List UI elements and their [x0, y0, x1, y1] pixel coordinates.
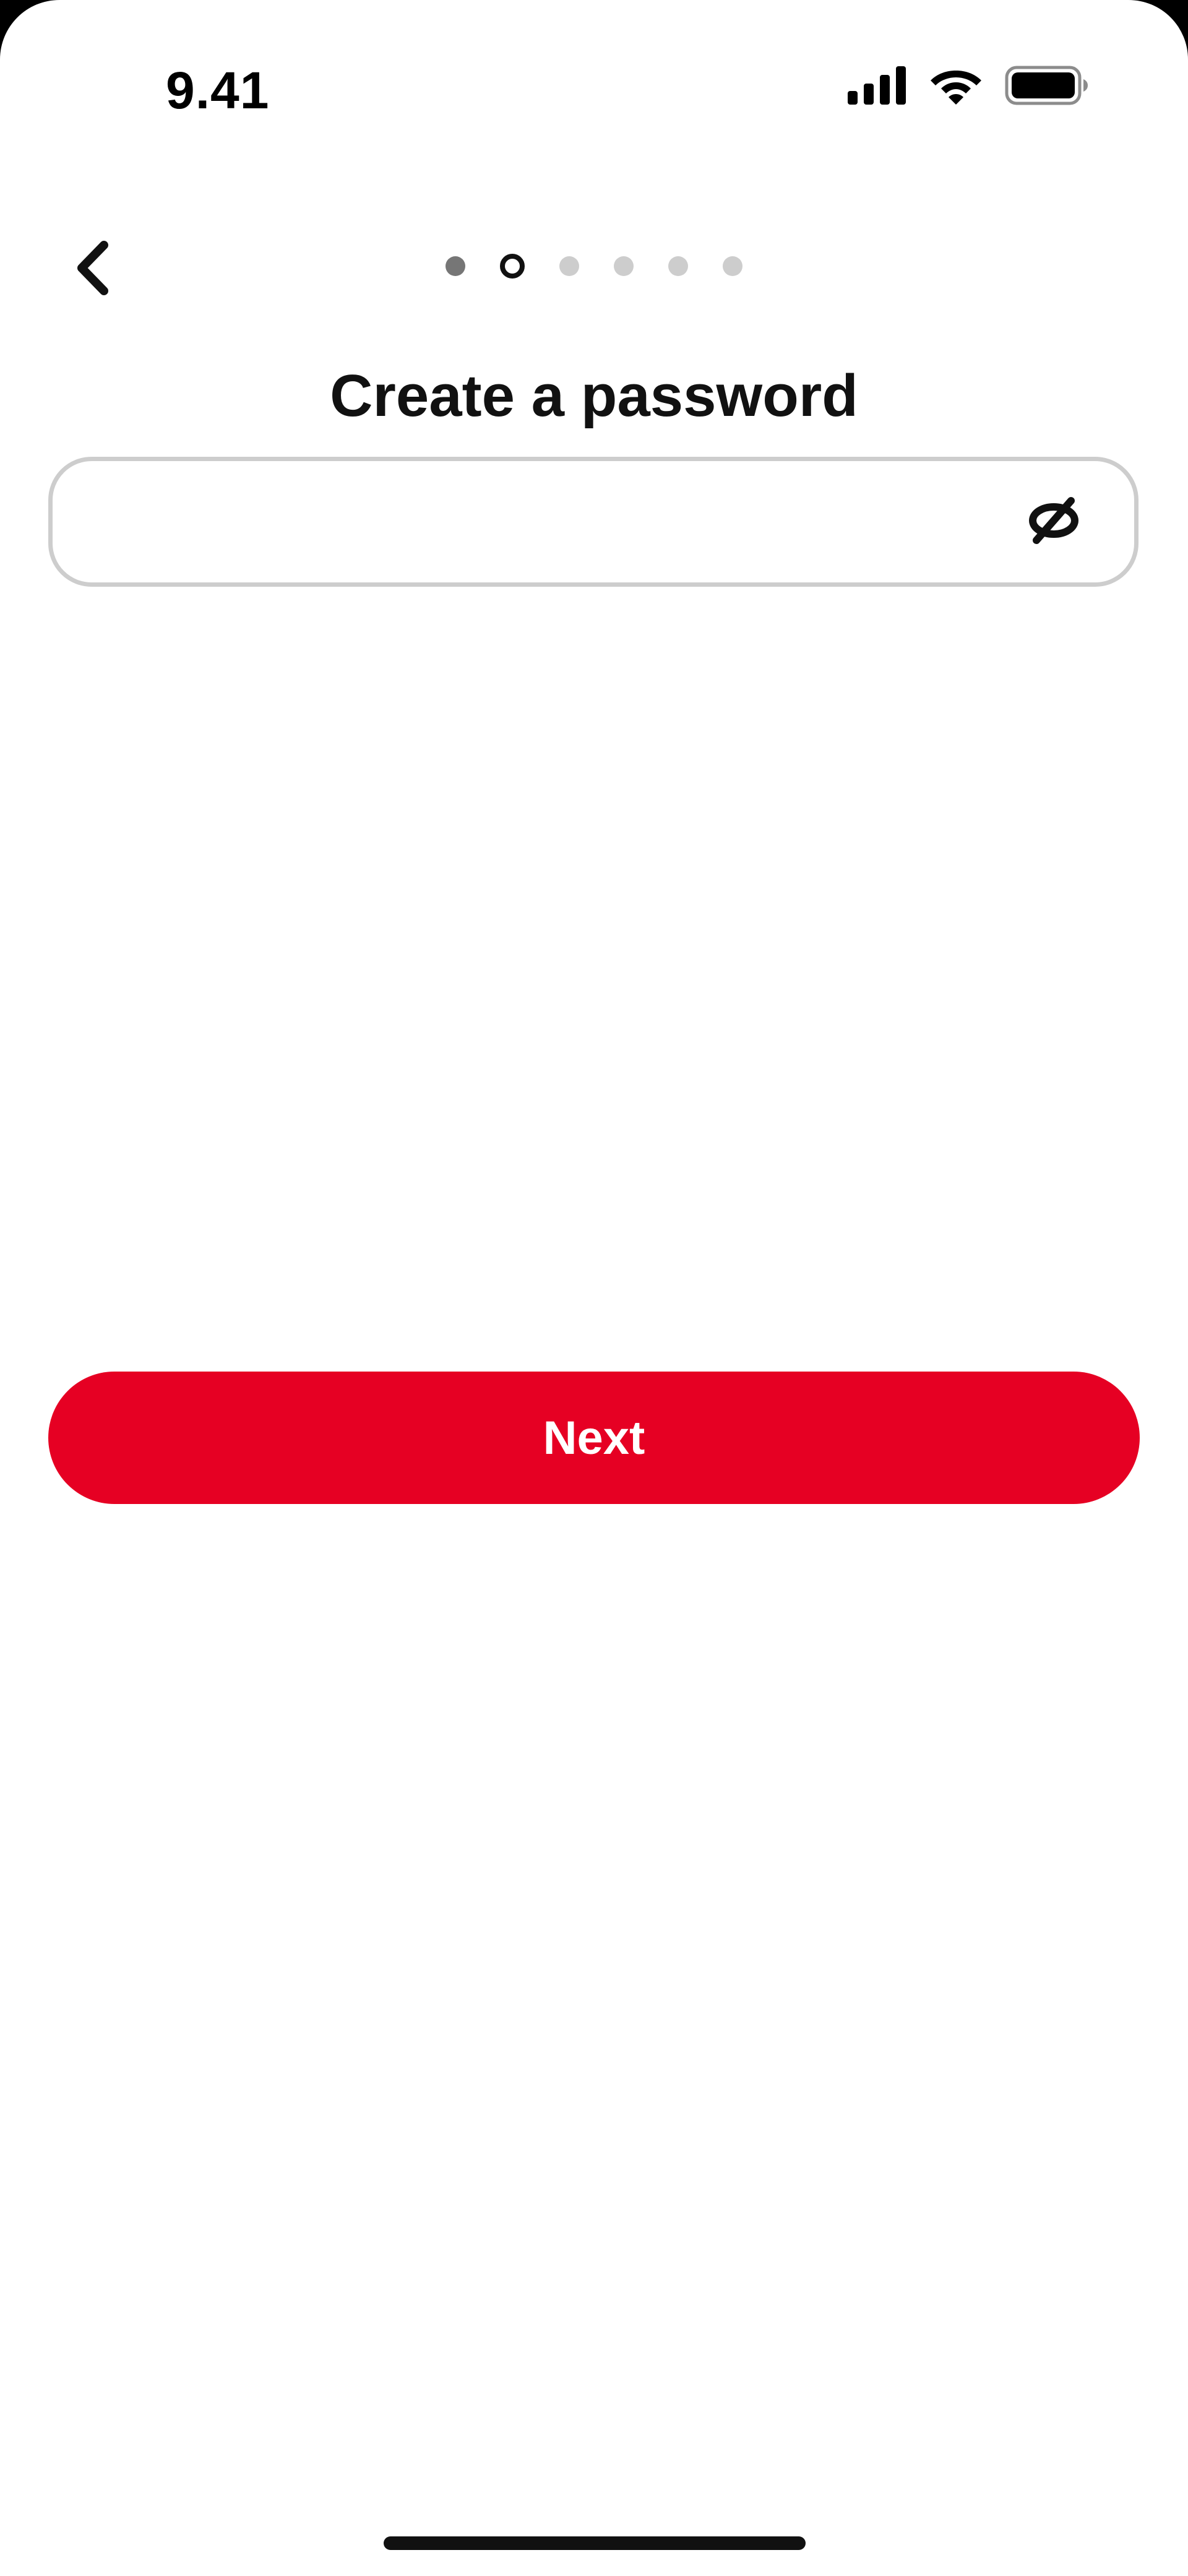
status-time: 9.41 [166, 61, 270, 119]
progress-dot-step-1 [446, 256, 465, 276]
progress-dot-step-2-current [500, 254, 525, 279]
eye-off-icon [1028, 495, 1080, 550]
battery-icon [1005, 66, 1089, 105]
cellular-signal-icon [848, 66, 907, 105]
toggle-password-visibility-button[interactable] [1017, 485, 1091, 559]
back-button[interactable] [59, 229, 127, 309]
page-title: Create a password [330, 363, 858, 429]
chevron-left-icon [72, 240, 115, 299]
password-field[interactable] [48, 457, 1138, 587]
progress-dot-step-4 [614, 256, 634, 276]
progress-dot-step-6 [723, 256, 742, 276]
signup-screen: 9.41 Create a password Next [0, 0, 1188, 2576]
home-indicator[interactable] [384, 2536, 806, 2550]
wifi-icon [929, 66, 983, 105]
progress-indicator [446, 254, 742, 279]
next-button[interactable]: Next [48, 1372, 1140, 1504]
progress-dot-step-5 [668, 256, 688, 276]
progress-dot-step-3 [559, 256, 579, 276]
status-icons [848, 66, 1089, 105]
password-input[interactable] [53, 461, 1017, 582]
